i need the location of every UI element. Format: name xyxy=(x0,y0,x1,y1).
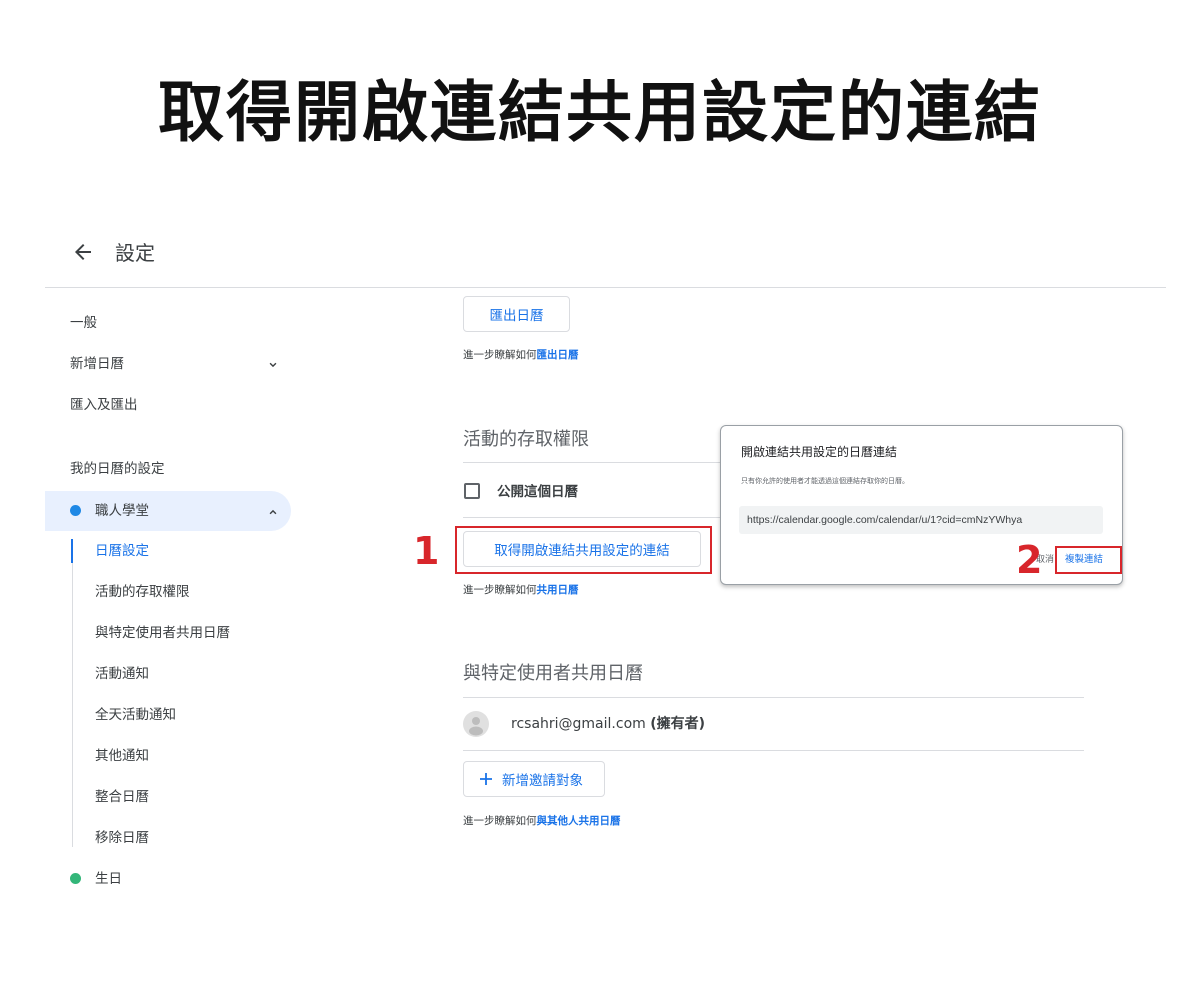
plus-icon xyxy=(480,773,492,785)
sidebar-sub-share[interactable]: 與特定使用者共用日曆 xyxy=(95,623,230,643)
share-divider-top xyxy=(463,697,1084,698)
settings-header: 設定 xyxy=(45,232,1166,288)
access-help-text: 進一步瞭解如何共用日曆 xyxy=(463,584,579,596)
share-divider-bottom xyxy=(463,750,1084,751)
share-section-title: 與特定使用者共用日曆 xyxy=(463,663,643,684)
owner-role: (擁有者) xyxy=(650,716,706,732)
dialog-description: 只有你允許的使用者才能透過這個連結存取你的日曆。 xyxy=(741,477,909,485)
sidebar-sub-rail xyxy=(72,539,73,847)
sidebar-item-add-calendar[interactable]: 新增日曆 xyxy=(70,354,124,374)
back-arrow-icon[interactable] xyxy=(71,240,95,264)
annotation-box-2 xyxy=(1055,546,1122,574)
access-divider-bottom xyxy=(463,517,721,518)
add-people-label: 新增邀請對象 xyxy=(502,773,583,789)
calendar-color-dot xyxy=(70,505,81,516)
access-section-title: 活動的存取權限 xyxy=(463,429,589,450)
sidebar-item-birthday[interactable]: 生日 xyxy=(95,869,122,889)
sidebar-sub-remove[interactable]: 移除日曆 xyxy=(95,828,149,848)
owner-email: rcsahri@gmail.com xyxy=(511,716,646,732)
sidebar-item-general[interactable]: 一般 xyxy=(70,313,97,333)
share-help-link[interactable]: 與其他人共用日曆 xyxy=(537,815,621,827)
annotation-step-2: 2 xyxy=(1016,538,1043,582)
page-title: 設定 xyxy=(115,241,155,265)
dialog-url-text: https://calendar.google.com/calendar/u/1… xyxy=(747,514,1023,526)
avatar xyxy=(463,711,489,737)
sidebar-sub-other-notifications[interactable]: 其他通知 xyxy=(95,746,149,766)
chevron-down-icon[interactable] xyxy=(266,358,280,372)
sidebar-sub-integrate[interactable]: 整合日曆 xyxy=(95,787,149,807)
birthday-color-dot xyxy=(70,873,81,884)
sidebar-sub-rail-active xyxy=(71,539,73,563)
sidebar-sub-allday-notifications[interactable]: 全天活動通知 xyxy=(95,705,176,725)
sidebar-sub-event-notifications[interactable]: 活動通知 xyxy=(95,664,149,684)
share-help-text: 進一步瞭解如何與其他人共用日曆 xyxy=(463,815,621,827)
sidebar-heading-my-calendars: 我的日曆的設定 xyxy=(70,461,165,477)
annotation-step-1: 1 xyxy=(413,529,440,573)
export-calendar-button[interactable]: 匯出日曆 xyxy=(463,296,570,332)
chevron-up-icon[interactable] xyxy=(266,505,280,519)
public-checkbox[interactable] xyxy=(464,483,480,499)
access-help-link[interactable]: 共用日曆 xyxy=(537,584,579,596)
sidebar-item-import-export[interactable]: 匯入及匯出 xyxy=(70,395,138,415)
export-help-text: 進一步瞭解如何匯出日曆 xyxy=(463,349,579,361)
dialog-title: 開啟連結共用設定的日曆連結 xyxy=(741,445,898,459)
owner-row: rcsahri@gmail.com (擁有者) xyxy=(511,714,705,734)
public-checkbox-label: 公開這個日曆 xyxy=(497,484,578,500)
sidebar-item-calendar[interactable] xyxy=(45,491,291,531)
sidebar-sub-access[interactable]: 活動的存取權限 xyxy=(95,582,190,602)
person-icon xyxy=(469,717,483,736)
get-link-button[interactable]: 取得開啟連結共用設定的連結 xyxy=(463,531,701,567)
dialog-url-field[interactable]: https://calendar.google.com/calendar/u/1… xyxy=(739,506,1103,534)
sidebar-calendar-name[interactable]: 職人學堂 xyxy=(95,501,149,521)
banner-title: 取得開啟連結共用設定的連結 xyxy=(158,74,1042,151)
sidebar-sub-calendar-settings[interactable]: 日曆設定 xyxy=(95,541,149,561)
export-help-link[interactable]: 匯出日曆 xyxy=(537,349,579,361)
add-people-button[interactable]: 新增邀請對象 xyxy=(463,761,605,797)
access-divider-top xyxy=(463,462,721,463)
